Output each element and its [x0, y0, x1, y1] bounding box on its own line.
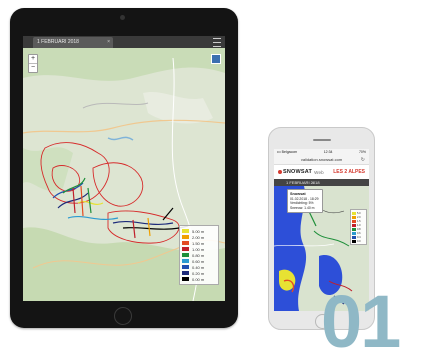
- legend-label: 5.0: [357, 211, 361, 215]
- tablet-tab[interactable]: 1 FEBRUARI 2018 ×: [33, 37, 113, 48]
- tablet-home-button[interactable]: [114, 307, 132, 325]
- legend-swatch: [182, 265, 189, 269]
- tablet-tab-title: 1 FEBRUARI 2018: [37, 39, 79, 45]
- brand-text: SNOWSAT: [283, 169, 313, 175]
- legend-label: 0.80 m: [192, 252, 205, 258]
- section-number: 01: [321, 280, 401, 363]
- url-text: validation.snowsat.com: [300, 157, 343, 162]
- legend-label: 0.20 m: [192, 270, 205, 276]
- reload-icon[interactable]: ↻: [361, 157, 365, 163]
- tablet-tab-bar: 1 FEBRUARI 2018 ×: [23, 36, 225, 48]
- legend-label: 0.8: [357, 227, 361, 231]
- resort-name: LES 2 ALPES: [333, 169, 365, 175]
- legend-swatch: [182, 229, 189, 233]
- layers-icon[interactable]: [211, 54, 221, 64]
- popup-line: Sneeuw: 1.40 m: [290, 205, 315, 210]
- legend-swatch: [182, 277, 189, 281]
- tablet-device: 1 FEBRUARI 2018 × + − 5.00 m 2.00 m 1.50…: [10, 8, 238, 328]
- legend-swatch: [352, 211, 356, 215]
- legend-label: 1.00 m: [192, 246, 205, 252]
- brand-header: SNOWSAT Web LES 2 ALPES: [274, 165, 369, 179]
- legend-swatch: [182, 259, 189, 263]
- legend-label: 1.0: [357, 223, 361, 227]
- legend-swatch: [182, 253, 189, 257]
- legend-label: 2.00 m: [192, 234, 205, 240]
- legend-row: 0.00 m: [182, 276, 216, 282]
- address-bar[interactable]: validation.snowsat.com ↻: [274, 155, 369, 165]
- legend-swatch: [352, 231, 356, 235]
- zoom-control: + −: [28, 54, 38, 73]
- logo-dot-icon: [278, 170, 282, 174]
- legend-label: 5.00 m: [192, 228, 205, 234]
- legend-label: 1.5: [357, 219, 361, 223]
- legend-label: 0.4: [357, 235, 361, 239]
- legend-swatch: [352, 223, 356, 227]
- phone-tab-title: 1 FEBRUARI 2018: [286, 180, 320, 185]
- zoom-out-button[interactable]: −: [29, 63, 37, 72]
- hamburger-menu-icon[interactable]: [213, 38, 221, 47]
- zoom-in-button[interactable]: +: [29, 55, 37, 63]
- phone-speaker: [313, 139, 331, 141]
- legend-swatch: [352, 227, 356, 231]
- legend-label: 1.50 m: [192, 240, 205, 246]
- legend-label: 0.60 m: [192, 258, 205, 264]
- legend-swatch: [352, 215, 356, 219]
- legend-label: 0.40 m: [192, 264, 205, 270]
- legend-label: 0.6: [357, 231, 361, 235]
- tablet-legend: 5.00 m 2.00 m 1.50 m 1.00 m 0.80 m 0.60 m 0.40…: [179, 225, 219, 285]
- legend-label: 0.0: [357, 239, 361, 243]
- snowsat-logo: SNOWSAT Web: [278, 169, 324, 175]
- legend-swatch: [182, 235, 189, 239]
- legend-label: 0.00 m: [192, 276, 205, 282]
- legend-swatch: [182, 247, 189, 251]
- legend-swatch: [352, 235, 356, 239]
- legend-swatch: [352, 219, 356, 223]
- phone-legend: 5.0 2.0 1.5 1.0 0.8 0.6 0.4 0.0: [350, 209, 367, 245]
- legend-swatch: [182, 241, 189, 245]
- legend-label: 2.0: [357, 215, 361, 219]
- legend-swatch: [182, 271, 189, 275]
- legend-row: 0.0: [352, 239, 365, 243]
- tablet-screen: 1 FEBRUARI 2018 × + − 5.00 m 2.00 m 1.50…: [23, 36, 225, 301]
- tab-close-icon[interactable]: ×: [107, 37, 110, 48]
- brand-suffix: Web: [314, 169, 324, 175]
- tablet-camera: [120, 15, 125, 20]
- legend-swatch: [352, 239, 356, 243]
- map-popup: Snowsat 01.02.2018 - 18:29 Verdichting: …: [287, 189, 323, 213]
